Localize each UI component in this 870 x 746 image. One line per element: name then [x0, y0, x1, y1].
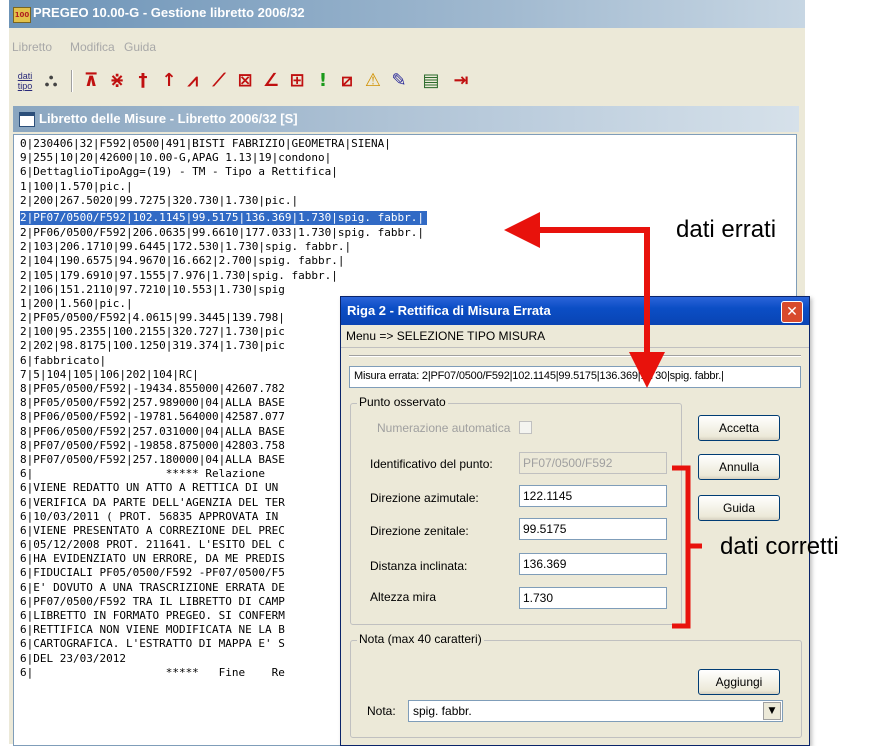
dati-corretti-annotation: dati corretti — [720, 533, 839, 560]
dati-errati-annotation: dati errati — [676, 216, 777, 243]
annotation-overlay — [504, 212, 702, 629]
correction-bracket — [672, 465, 702, 629]
error-arrow — [504, 212, 665, 388]
